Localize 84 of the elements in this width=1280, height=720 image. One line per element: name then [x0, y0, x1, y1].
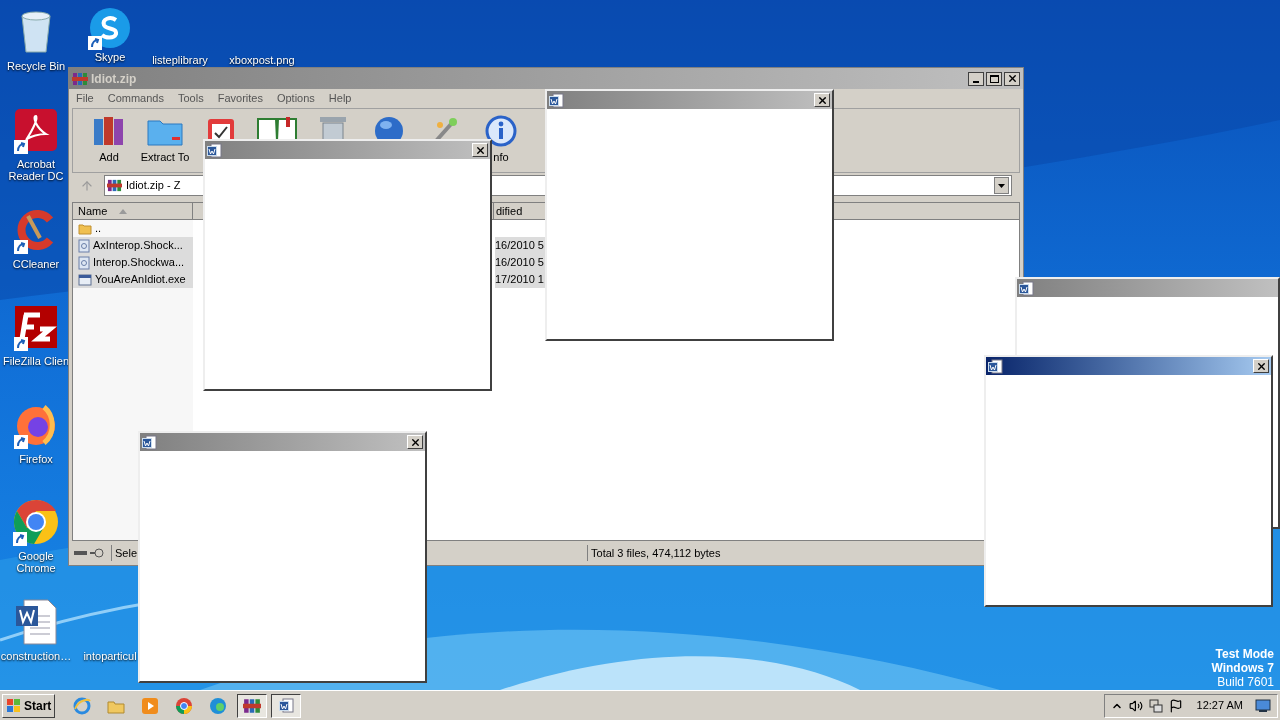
minimize-icon: [973, 80, 979, 83]
toolbar-button[interactable]: Add: [81, 115, 137, 167]
menu-item[interactable]: Options: [276, 90, 315, 107]
desktop-icon-label[interactable]: Acrobat Reader DC: [2, 158, 70, 182]
os-notice-text: Test Mode: [1215, 647, 1274, 661]
os-notice-text: Build 7601: [1217, 675, 1274, 689]
column-header[interactable]: Name: [73, 203, 193, 219]
column-header[interactable]: dified: [494, 203, 525, 219]
clock[interactable]: 12:27 AM: [1196, 697, 1243, 714]
file-row[interactable]: YouAreAnIdiot.exe: [73, 271, 193, 288]
file-name: Interop.Shockwa...: [93, 255, 185, 271]
file-row[interactable]: Interop.Shockwa...: [73, 254, 193, 271]
archive-icon: [72, 70, 88, 87]
desktop-icon-label[interactable]: Recycle Bin: [6, 60, 66, 72]
shortcut-arrow-icon: [14, 435, 28, 449]
document-icon: [278, 698, 294, 713]
shortcut-arrow-icon: [14, 240, 28, 254]
media-player-icon: [141, 696, 160, 715]
desktop-icon-label[interactable]: xboxpost.png: [229, 54, 295, 66]
menu-item[interactable]: Tools: [178, 90, 204, 107]
modified-date: 16/2010 5: [495, 255, 544, 271]
network-icon[interactable]: [1148, 698, 1163, 713]
sort-arrow-icon: [119, 208, 128, 214]
file-name: YouAreAnIdiot.exe: [95, 272, 186, 288]
start-button[interactable]: Start: [2, 693, 56, 718]
windows-logo-icon: [6, 697, 22, 714]
close-icon: [409, 436, 421, 448]
document-icon: [1019, 280, 1034, 296]
desktop-icon-label[interactable]: listeplibrary: [152, 54, 208, 66]
archive-icon: [243, 696, 262, 715]
close-button[interactable]: [1004, 71, 1020, 86]
books-icon: [92, 115, 126, 147]
dropdown-icon: [998, 183, 1005, 188]
chrome-icon: [175, 696, 194, 715]
shortcut-arrow-icon: [13, 532, 27, 546]
close-icon: [1006, 73, 1018, 84]
window-title: Idiot.zip: [91, 70, 137, 88]
toolbar-button[interactable]: nfo: [473, 115, 529, 167]
os-notice-text: Windows 7: [1211, 661, 1274, 675]
maximize-button[interactable]: [986, 71, 1002, 86]
close-icon: [474, 144, 486, 156]
info-icon: [485, 115, 517, 147]
taskbar-button[interactable]: [271, 693, 302, 718]
archive-icon: [107, 178, 122, 193]
volume-icon[interactable]: [1128, 698, 1143, 713]
document-icon: [142, 434, 157, 450]
shortcut-arrow-icon: [88, 36, 102, 50]
file-icon: [78, 238, 90, 253]
folder-icon: [78, 222, 92, 235]
modified-date: 16/2010 5: [495, 238, 544, 254]
desktop-icon-label[interactable]: Skype: [94, 51, 126, 63]
toolbar-button[interactable]: Extract To: [137, 115, 193, 167]
taskbar-button[interactable]: [237, 693, 268, 718]
file-row[interactable]: AxInterop.Shock...: [73, 237, 193, 254]
desktop-icon-label[interactable]: CCleaner: [12, 258, 60, 270]
document-icon: [207, 142, 222, 158]
menu-item[interactable]: File: [76, 90, 94, 107]
close-icon: [1255, 360, 1267, 372]
menu-item[interactable]: Help: [328, 90, 352, 107]
edge-icon: [209, 696, 228, 715]
minimize-button[interactable]: [968, 71, 984, 86]
maximize-icon: [989, 74, 999, 83]
menu-item[interactable]: Favorites: [217, 90, 263, 107]
document-icon: [988, 358, 1003, 374]
shortcut-arrow-icon: [14, 140, 28, 154]
shortcut-arrow-icon: [14, 337, 28, 351]
drive-icon: [73, 548, 107, 558]
document-icon: [549, 92, 564, 108]
show-desktop-icon[interactable]: [1255, 698, 1271, 713]
file-icon: [78, 255, 90, 270]
up-arrow-icon: [80, 178, 94, 193]
status-text: Sele: [111, 544, 138, 562]
file-name: ..: [95, 221, 102, 237]
program-icon: [78, 273, 92, 286]
file-row[interactable]: ..: [73, 220, 193, 237]
desktop-icon-label[interactable]: Firefox: [19, 453, 53, 465]
file-name: AxInterop.Shock...: [93, 238, 183, 254]
close-icon: [816, 94, 828, 106]
desktop-icon-label[interactable]: FileZilla Clien: [3, 355, 69, 367]
browser-icon: [73, 696, 92, 715]
status-text: Total 3 files, 474,112 bytes: [587, 544, 721, 562]
modified-date: 17/2010 1: [495, 272, 544, 288]
menu-item[interactable]: Commands: [107, 90, 164, 107]
flag-icon[interactable]: [1168, 698, 1183, 713]
